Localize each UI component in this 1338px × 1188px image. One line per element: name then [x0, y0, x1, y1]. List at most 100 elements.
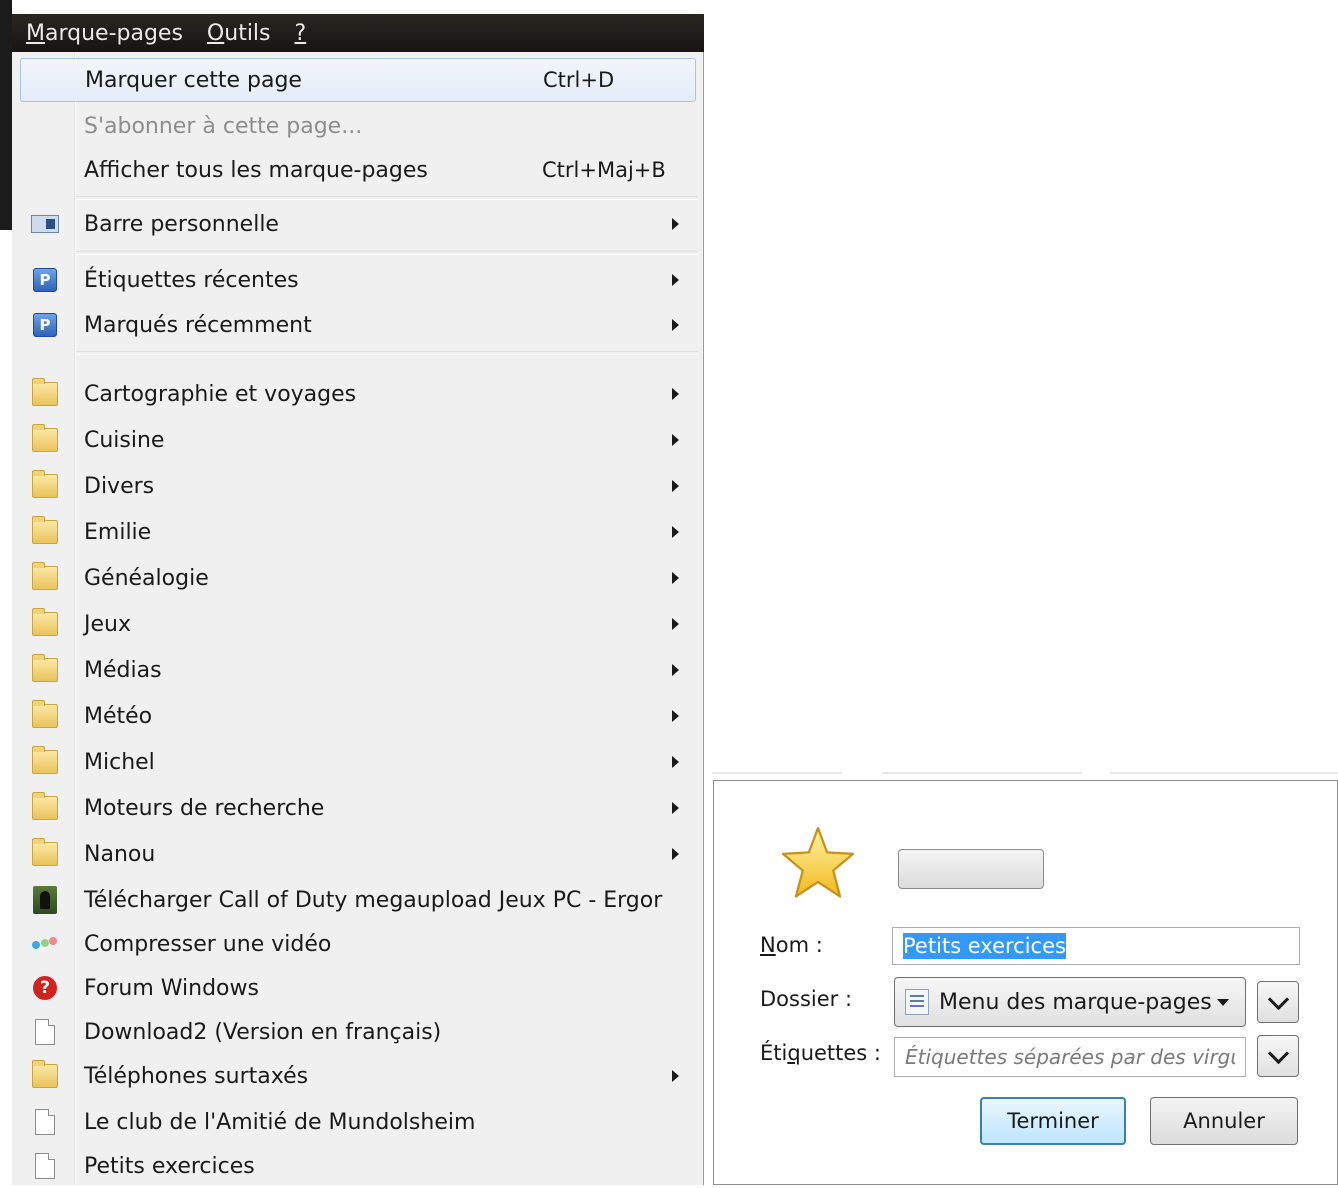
chevron-down-icon	[1267, 1042, 1289, 1064]
submenu-arrow-icon	[672, 388, 679, 400]
bookmarks-menu: Marquer cette page Ctrl+D S'abonner à ce…	[12, 52, 704, 1185]
folder-icon	[30, 562, 60, 593]
menubar: Marque-pages Outils ?	[12, 14, 704, 52]
menu-item-bookmarks-toolbar[interactable]: Barre personnelle	[12, 202, 702, 246]
forum-icon: ?	[30, 973, 60, 1003]
name-input[interactable]: Petits exercices	[892, 927, 1300, 965]
tags-input[interactable]	[894, 1037, 1246, 1077]
submenu-arrow-icon	[672, 848, 679, 860]
submenu-arrow-icon	[672, 802, 679, 814]
menu-bookmark-item[interactable]: Petits exercices	[12, 1144, 702, 1188]
submenu-arrow-icon	[672, 572, 679, 584]
menu-item-label: Compresser une vidéo	[84, 931, 332, 957]
menu-folder-item[interactable]: Cartographie et voyages	[12, 372, 702, 416]
folder-select-value: Menu des marque-pages	[939, 989, 1212, 1015]
done-button[interactable]: Terminer	[980, 1097, 1126, 1145]
submenu-arrow-icon	[672, 218, 679, 230]
submenu-arrow-icon	[672, 664, 679, 676]
menubar-bookmarks-label: arque-pages	[44, 20, 183, 46]
menubar-tools[interactable]: Outils	[207, 21, 271, 46]
menu-item-label: Emilie	[84, 519, 152, 545]
menu-item-label: Étiquettes récentes	[84, 267, 299, 293]
menu-item-label: Généalogie	[84, 565, 209, 591]
smart-folder-icon: P	[30, 265, 60, 295]
menu-item-label: Cuisine	[84, 427, 165, 453]
menu-item-label: Marquer cette page	[85, 67, 302, 93]
bookmarks-toolbar-icon	[30, 209, 60, 239]
menu-item-label: Jeux	[84, 611, 131, 637]
submenu-arrow-icon	[672, 710, 679, 722]
tags-label: Étiquettes :	[760, 1041, 881, 1065]
menu-item-shortcut: Ctrl+D	[543, 68, 615, 92]
menu-separator	[76, 251, 698, 255]
title-placeholder-box	[898, 849, 1044, 889]
menu-bookmark-item[interactable]: Download2 (Version en français)	[12, 1010, 702, 1054]
menu-bookmark-item[interactable]: Téléphones surtaxés	[12, 1054, 702, 1098]
tags-label-accel: q	[787, 1041, 801, 1065]
folder-expander-button[interactable]	[1257, 981, 1299, 1023]
submenu-arrow-icon	[672, 434, 679, 446]
folder-icon	[30, 516, 60, 547]
menu-item-subscribe: S'abonner à cette page...	[12, 104, 702, 148]
menu-folder-item[interactable]: Cuisine	[12, 418, 702, 462]
menu-bookmark-item[interactable]: Le club de l'Amitié de Mundolsheim	[12, 1100, 702, 1144]
menu-bookmark-item[interactable]: Compresser une vidéo	[12, 922, 702, 966]
menu-item-recently-bookmarked[interactable]: P Marqués récemment	[12, 303, 702, 347]
folder-icon	[30, 378, 60, 409]
menu-folder-item[interactable]: Médias	[12, 648, 702, 692]
menu-separator	[76, 196, 698, 200]
star-icon	[781, 826, 855, 898]
menu-item-bookmark-page[interactable]: Marquer cette page Ctrl+D	[20, 58, 696, 102]
menu-folder-item[interactable]: Divers	[12, 464, 702, 508]
menu-item-label: Marqués récemment	[84, 312, 312, 338]
menu-folder-item[interactable]: Emilie	[12, 510, 702, 554]
submenu-arrow-icon	[672, 319, 679, 331]
chevron-down-icon	[1267, 988, 1289, 1010]
name-label-accel: N	[760, 933, 776, 957]
menu-folder-item[interactable]: Moteurs de recherche	[12, 786, 702, 830]
menu-item-label: Michel	[84, 749, 155, 775]
menu-item-label: Médias	[84, 657, 162, 683]
tags-input-field[interactable]	[905, 1045, 1235, 1069]
menu-item-label: Météo	[84, 703, 153, 729]
menu-item-label: Download2 (Version en français)	[84, 1019, 442, 1045]
menubar-help[interactable]: ?	[295, 21, 307, 46]
menu-folder-item[interactable]: Nanou	[12, 832, 702, 876]
folder-select[interactable]: Menu des marque-pages	[894, 977, 1246, 1027]
menu-folder-item[interactable]: Michel	[12, 740, 702, 784]
folder-icon	[30, 700, 60, 731]
menu-item-label: Forum Windows	[84, 975, 259, 1001]
menubar-help-label: ?	[294, 20, 307, 46]
page-icon	[30, 1107, 60, 1137]
folder-icon	[30, 1060, 60, 1091]
folder-icon	[30, 654, 60, 685]
menu-item-label: Nanou	[84, 841, 156, 867]
menu-item-show-all-bookmarks[interactable]: Afficher tous les marque-pages Ctrl+Maj+…	[12, 148, 702, 192]
menu-item-label: Barre personnelle	[84, 211, 279, 237]
folder-icon	[30, 746, 60, 777]
menu-folder-item[interactable]: Jeux	[12, 602, 702, 646]
menu-folder-item[interactable]: Météo	[12, 694, 702, 738]
folder-icon	[30, 792, 60, 823]
cancel-button[interactable]: Annuler	[1150, 1097, 1298, 1145]
smart-folder-icon: P	[30, 310, 60, 340]
window-edge	[0, 0, 12, 230]
person-icon	[30, 885, 60, 915]
page-icon	[30, 1017, 60, 1047]
menu-item-recent-tags[interactable]: P Étiquettes récentes	[12, 258, 702, 302]
tags-label-end: uettes :	[800, 1041, 881, 1065]
menu-separator	[76, 351, 698, 355]
tags-expander-button[interactable]	[1257, 1035, 1299, 1077]
page-icon	[30, 1151, 60, 1181]
submenu-arrow-icon	[672, 526, 679, 538]
menubar-bookmarks[interactable]: Marque-pages	[26, 21, 183, 46]
submenu-arrow-icon	[672, 618, 679, 630]
menu-bookmark-item[interactable]: ? Forum Windows	[12, 966, 702, 1010]
submenu-arrow-icon	[672, 756, 679, 768]
background-lines	[712, 768, 1338, 780]
folder-label: Dossier :	[760, 987, 853, 1011]
menu-folder-item[interactable]: Généalogie	[12, 556, 702, 600]
folder-icon	[30, 470, 60, 501]
menu-bookmark-item[interactable]: Télécharger Call of Duty megaupload Jeux…	[12, 878, 702, 922]
menubar-tools-accel: O	[206, 20, 225, 46]
